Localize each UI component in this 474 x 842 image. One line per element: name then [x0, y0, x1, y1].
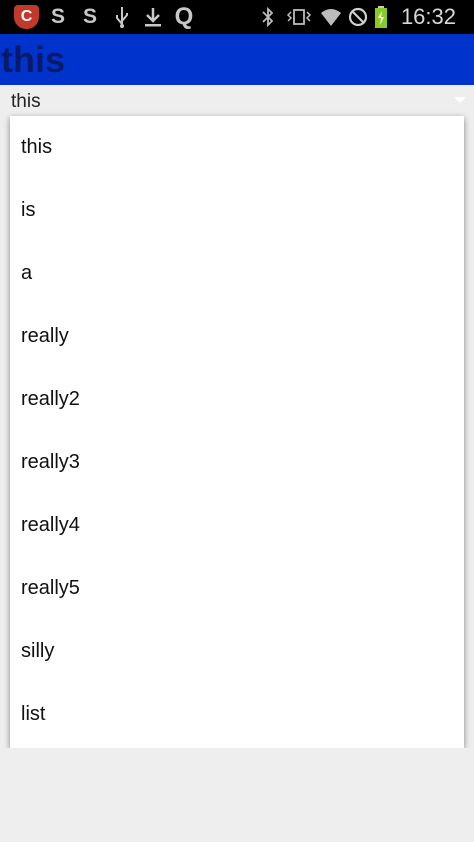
vibrate-icon [285, 0, 313, 34]
status-bar: C S S Q 16:32 [0, 0, 474, 34]
spinner[interactable]: this [0, 85, 474, 117]
dropdown-list: this is a really really2 really3 really4… [10, 116, 464, 748]
s-app-icon: S [50, 5, 65, 28]
bluetooth-icon [258, 0, 278, 34]
dropdown-item[interactable]: silly [10, 620, 464, 683]
s-app-icon: S [82, 5, 97, 28]
shield-app-icon: C [14, 5, 39, 29]
spinner-selected-value: this [11, 91, 41, 112]
dropdown-item[interactable]: really4 [10, 494, 464, 557]
dropdown-item[interactable]: really [10, 305, 464, 368]
q-app-icon: Q [174, 3, 194, 30]
battery-charging-icon [372, 0, 390, 34]
dropdown-item[interactable]: is [10, 179, 464, 242]
dropdown-item[interactable]: really2 [10, 368, 464, 431]
usb-icon [112, 0, 132, 34]
wifi-icon [318, 0, 344, 34]
download-icon [142, 0, 164, 34]
dropdown-item[interactable]: a [10, 242, 464, 305]
dropdown-arrow-icon [454, 97, 466, 103]
no-signal-icon [346, 0, 370, 34]
dropdown-item[interactable]: this [10, 116, 464, 179]
dropdown-item[interactable]: really3 [10, 431, 464, 494]
action-bar: this [0, 34, 474, 85]
background-area [0, 748, 474, 842]
dropdown-item[interactable]: list [10, 683, 464, 746]
dropdown-item[interactable]: really5 [10, 557, 464, 620]
action-bar-title: this [1, 39, 66, 80]
clock: 16:32 [400, 4, 456, 29]
